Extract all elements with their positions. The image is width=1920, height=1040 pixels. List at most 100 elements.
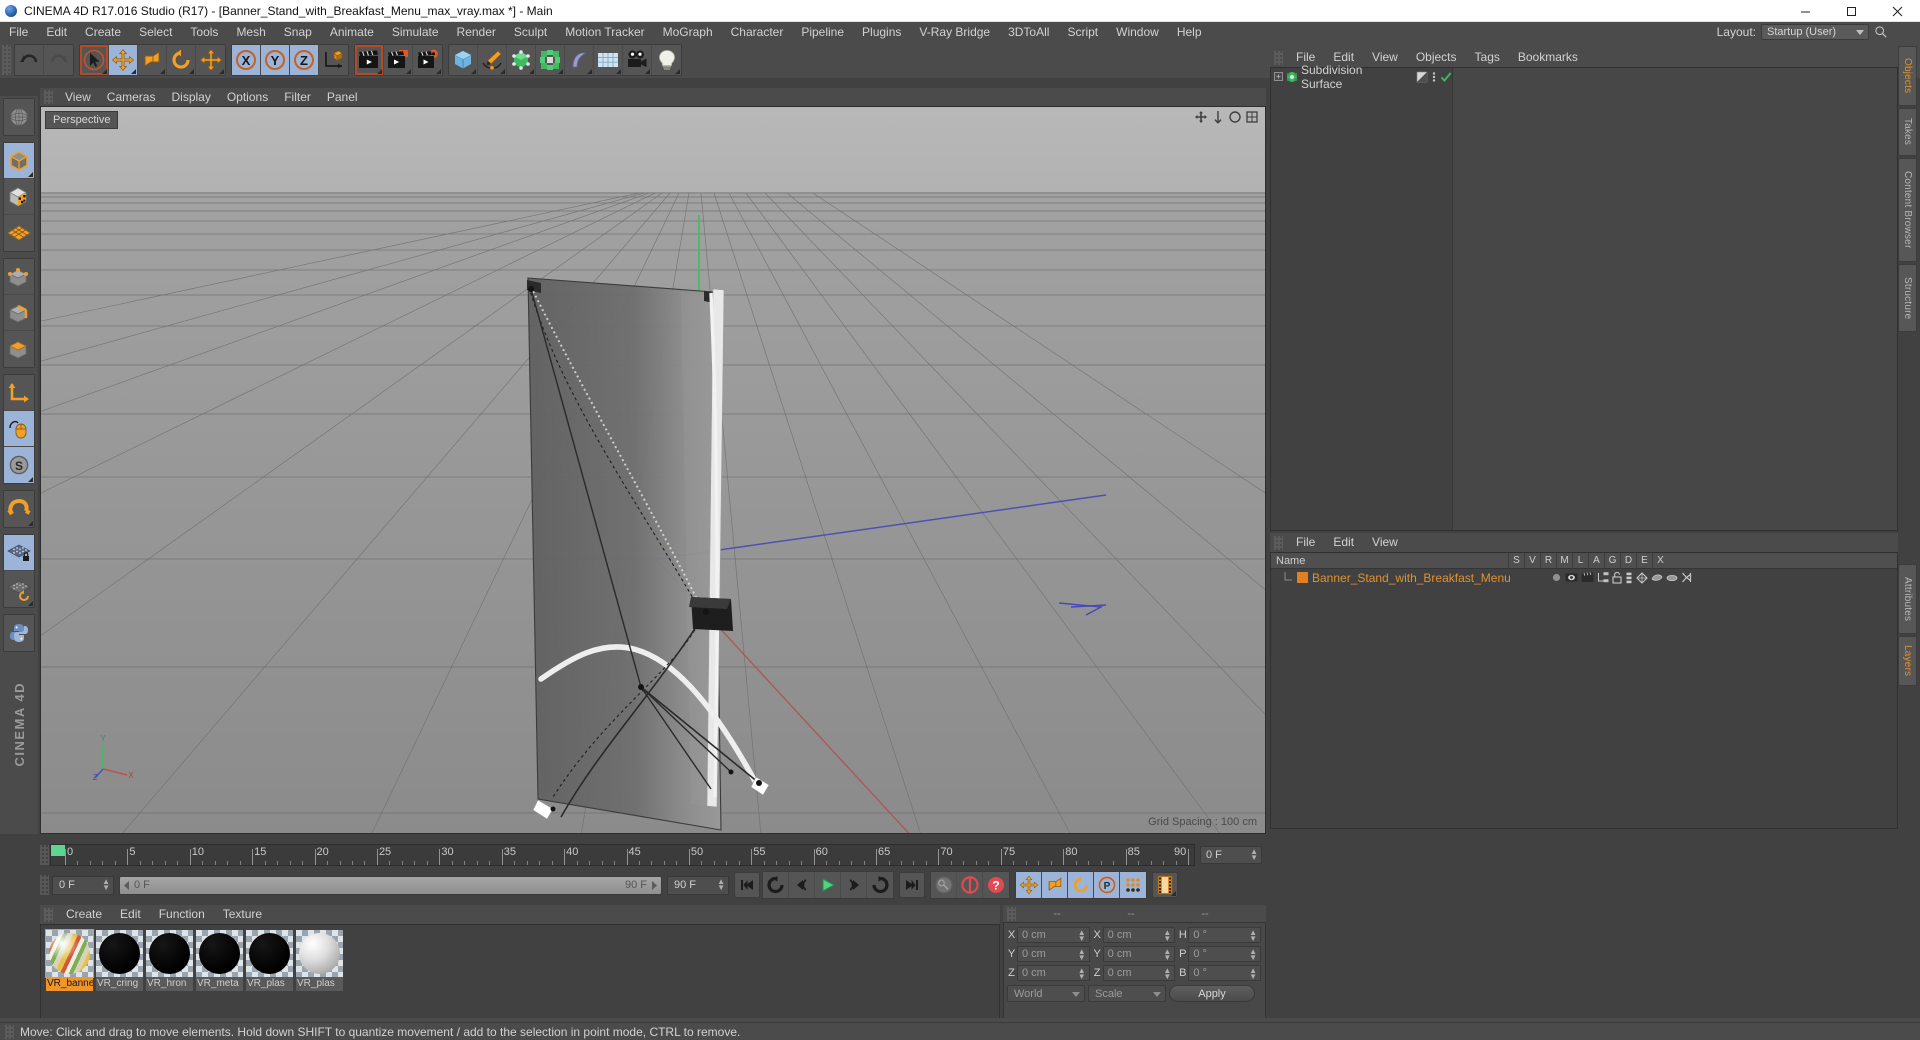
size-z-input[interactable]: 0 cm ▲ ▼ [1102, 964, 1176, 981]
lm-menu-view[interactable]: View [1363, 533, 1407, 552]
mm-menu-edit[interactable]: Edit [111, 905, 150, 924]
add-array-button[interactable] [536, 45, 565, 75]
material-item[interactable]: VR_hron [146, 930, 193, 992]
col-s[interactable]: S [1508, 552, 1524, 569]
next-frame-button[interactable] [841, 872, 867, 898]
texture-mode-button[interactable] [4, 179, 34, 215]
add-camera-button[interactable] [623, 45, 652, 75]
col-v[interactable]: V [1524, 552, 1540, 569]
object-manager-body[interactable]: + Subdivision Surface [1270, 63, 1898, 531]
redo-button[interactable] [44, 45, 73, 75]
material-item[interactable]: VR_plas [246, 930, 293, 992]
range-right-arrow-icon[interactable] [650, 880, 658, 890]
rotation-key-button[interactable] [1068, 872, 1094, 898]
animation-icon[interactable] [1625, 572, 1633, 584]
spinner-icon[interactable]: ▲ ▼ [1078, 928, 1086, 942]
deformer-icon[interactable] [1651, 572, 1663, 583]
object-tree[interactable]: + Subdivision Surface [1271, 63, 1453, 530]
viewport-solo-button[interactable] [4, 411, 34, 447]
size-y-input[interactable]: 0 cm ▲ ▼ [1102, 945, 1176, 962]
lock-x-button[interactable]: X [232, 45, 261, 75]
spinner-icon[interactable]: ▲ ▼ [1078, 966, 1086, 980]
spinner-icon[interactable]: ▲ ▼ [1249, 966, 1257, 980]
menu-script[interactable]: Script [1058, 22, 1107, 42]
transport-grip[interactable] [40, 875, 49, 895]
col-g[interactable]: G [1604, 552, 1620, 569]
timeline-grip[interactable] [40, 845, 49, 865]
perspective-viewport[interactable]: Perspective Y X Z Grid Spacing: 100 cm [40, 106, 1266, 834]
layer-toggle-icons[interactable] [1551, 571, 1692, 584]
layer-color-swatch[interactable] [1297, 572, 1308, 583]
render-to-picture-viewer-button[interactable] [384, 45, 413, 75]
apply-button[interactable]: Apply [1169, 985, 1255, 1002]
layer-row[interactable]: Banner_Stand_with_Breakfast_Menu [1271, 569, 1897, 586]
tab-objects[interactable]: Objects [1898, 46, 1917, 106]
viewport-menu-view[interactable]: View [57, 88, 99, 106]
points-mode-button[interactable] [4, 259, 34, 295]
menu-file[interactable]: File [0, 22, 37, 42]
keyframe-selection-button[interactable]: ? [983, 872, 1009, 898]
record-active-objects-button[interactable] [931, 872, 957, 898]
object-axis-button[interactable] [4, 375, 34, 411]
menu-render[interactable]: Render [448, 22, 505, 42]
menu-vray-bridge[interactable]: V-Ray Bridge [910, 22, 999, 42]
rot-p-input[interactable]: 0 ° ▲ ▼ [1188, 945, 1262, 962]
lock-workplane-button[interactable] [4, 535, 34, 571]
pos-x-input[interactable]: 0 cm ▲ ▼ [1017, 926, 1090, 943]
spinner-icon[interactable]: ▲ ▼ [1078, 947, 1086, 961]
menu-tools[interactable]: Tools [181, 22, 227, 42]
menu-edit[interactable]: Edit [37, 22, 76, 42]
dot-icon[interactable] [1551, 572, 1562, 583]
workplane-mode-button[interactable] [4, 215, 34, 251]
menu-create[interactable]: Create [76, 22, 130, 42]
col-e[interactable]: E [1636, 552, 1652, 569]
tab-takes[interactable]: Takes [1898, 108, 1917, 156]
menu-simulate[interactable]: Simulate [383, 22, 448, 42]
preview-range-bar[interactable]: 0 F 90 F [119, 875, 662, 895]
menu-select[interactable]: Select [130, 22, 181, 42]
xref-icon[interactable] [1681, 572, 1692, 583]
scale-button[interactable] [138, 45, 167, 75]
scale-key-button[interactable] [1042, 872, 1068, 898]
minimize-button[interactable] [1782, 0, 1828, 22]
object-row-subdivision-surface[interactable]: + Subdivision Surface [1271, 63, 1452, 91]
size-x-input[interactable]: 0 cm ▲ ▼ [1102, 926, 1176, 943]
dots-tag-icon[interactable] [1430, 71, 1438, 83]
col-r[interactable]: R [1540, 552, 1556, 569]
material-item[interactable]: VR_meta [196, 930, 243, 992]
om-menu-tags[interactable]: Tags [1466, 48, 1509, 67]
object-manager-grip[interactable] [1274, 50, 1283, 65]
go-to-end-button[interactable] [899, 872, 925, 898]
viewport-menu-options[interactable]: Options [219, 88, 276, 106]
lock-open-icon[interactable] [1612, 571, 1622, 584]
play-forwards-loop-button[interactable] [867, 872, 893, 898]
spinner-icon[interactable]: ▲ ▼ [1163, 966, 1171, 980]
lock-z-button[interactable]: Z [290, 45, 319, 75]
mm-menu-texture[interactable]: Texture [214, 905, 271, 924]
check-tag-icon[interactable] [1440, 71, 1452, 83]
menu-help[interactable]: Help [1168, 22, 1211, 42]
rot-h-input[interactable]: 0 ° ▲ ▼ [1188, 926, 1262, 943]
spinner-icon[interactable]: ▲ ▼ [717, 877, 725, 891]
viewport-menu-display[interactable]: Display [163, 88, 218, 106]
menu-snap[interactable]: Snap [275, 22, 321, 42]
material-list[interactable]: VR_banner VR_cring VR_hron VR_meta VR_pl… [40, 924, 1000, 1023]
mm-menu-create[interactable]: Create [57, 905, 111, 924]
add-spline-button[interactable] [478, 45, 507, 75]
spinner-icon[interactable]: ▲ ▼ [1249, 947, 1257, 961]
timeline-frame-field[interactable]: 0 F ▲ ▼ [1200, 846, 1262, 864]
add-deformer-button[interactable] [565, 45, 594, 75]
lock-y-button[interactable]: Y [261, 45, 290, 75]
maximize-button[interactable] [1828, 0, 1874, 22]
go-to-start-button[interactable] [734, 872, 760, 898]
render-view-button[interactable] [355, 45, 384, 75]
material-item[interactable]: VR_banner [45, 929, 94, 992]
coordinate-system-dropdown[interactable]: World [1007, 985, 1085, 1002]
lm-menu-file[interactable]: File [1287, 533, 1324, 552]
material-preview[interactable] [196, 930, 243, 977]
viewport-grip[interactable] [44, 90, 53, 104]
pos-z-input[interactable]: 0 cm ▲ ▼ [1017, 964, 1090, 981]
close-button[interactable] [1874, 0, 1920, 22]
add-light-button[interactable] [652, 45, 681, 75]
status-bar-grip[interactable] [5, 1024, 14, 1039]
